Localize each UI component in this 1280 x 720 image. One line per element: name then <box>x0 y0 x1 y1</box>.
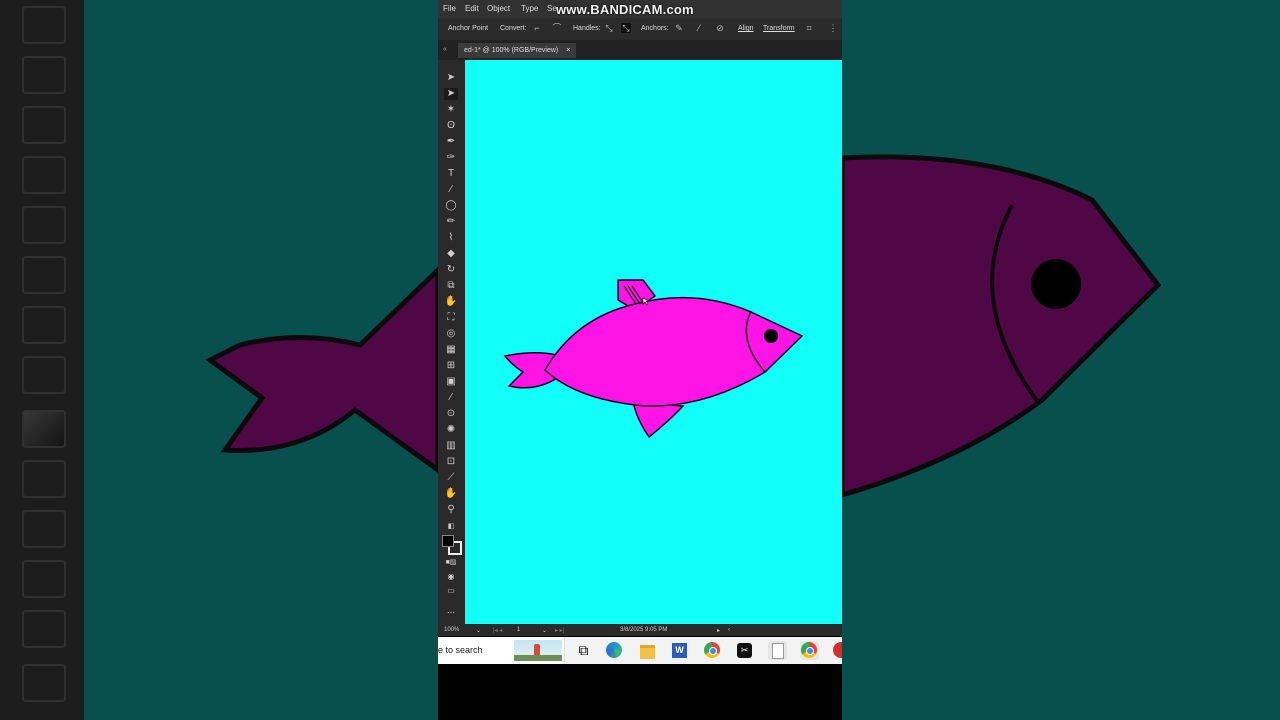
hide-handles-icon[interactable]: ⤡ <box>621 23 631 33</box>
background-right-panel <box>842 0 1280 720</box>
close-tab-icon[interactable]: × <box>566 47 570 54</box>
menu-file[interactable]: File <box>443 4 456 13</box>
tools-panel: ➤ ➤ ✶ ʘ ✒ ✑ T ∕ ◯ ✏ ⌇ ◆ ↻ ⧉ ✋ ⛶ ◎ ▦ ⊞ ▣ … <box>438 60 465 625</box>
edit-toolbar-button[interactable]: ... <box>444 605 458 617</box>
bandicam-watermark: www.BANDICAM.com <box>556 2 694 17</box>
perspective-grid-tool-icon[interactable]: ▦ <box>444 344 458 356</box>
chrome-window-icon[interactable] <box>800 641 819 660</box>
document-tab[interactable]: ed-1* @ 100% (RGB/Preview) × <box>458 43 577 58</box>
handles-label: Handles: <box>573 25 601 32</box>
artboard-canvas[interactable] <box>465 60 842 624</box>
gradient-tool-icon[interactable]: ▣ <box>444 376 458 388</box>
column-graph-tool-icon[interactable]: ▥ <box>444 440 458 452</box>
control-context-label: Anchor Point <box>448 25 489 32</box>
background-fish-head <box>842 154 1162 498</box>
capcut-icon[interactable]: ✂ <box>735 641 754 660</box>
status-bar: 100% ⌄ |◂ ◂ 1 ⌄ ▸ ▸| 3/8/2025 9:05 PM ▸ … <box>438 624 842 636</box>
taskbar-search-box[interactable]: e to search <box>438 637 565 664</box>
fish-bottom-fin <box>632 401 685 439</box>
mesh-tool-icon[interactable]: ⊞ <box>444 360 458 372</box>
convert-label: Convert: <box>500 25 527 32</box>
panel-collapse-icon[interactable]: « <box>443 46 447 53</box>
magic-wand-tool-icon[interactable]: ✶ <box>444 104 458 116</box>
convert-smooth-icon[interactable]: ⌒ <box>552 23 562 33</box>
menu-type[interactable]: Type <box>521 4 538 13</box>
menu-edit[interactable]: Edit <box>465 4 479 13</box>
type-tool-icon[interactable]: T <box>444 168 458 180</box>
symbol-sprayer-tool-icon[interactable]: ✺ <box>444 424 458 436</box>
ellipse-tool-icon[interactable]: ◯ <box>444 200 458 212</box>
puppet-warp-tool-icon[interactable]: ✋ <box>444 296 458 308</box>
hand-tool-icon[interactable]: ✋ <box>444 488 458 500</box>
isolate-icon[interactable]: ⌗ <box>804 23 814 33</box>
cut-path-icon[interactable]: ⊘ <box>715 23 725 33</box>
line-segment-tool-icon[interactable]: ∕ <box>444 184 458 196</box>
video-letterbox-bottom <box>438 664 842 720</box>
fill-swatch[interactable] <box>442 535 454 547</box>
zoom-dropdown-icon[interactable]: ⌄ <box>476 627 481 634</box>
lasso-tool-icon[interactable]: ʘ <box>444 120 458 132</box>
fill-stroke-swatch[interactable] <box>442 535 462 555</box>
status-play-icon[interactable]: ▸ <box>717 627 720 634</box>
document-tab-title: ed-1* @ 100% (RGB/Preview) <box>464 47 559 54</box>
illustrator-window: File Edit Object Type Se www.BANDICAM.co… <box>438 0 842 720</box>
next-artboard-icon[interactable]: ▸ ▸| <box>555 627 564 634</box>
rotate-tool-icon[interactable]: ↻ <box>444 264 458 276</box>
shape-builder-tool-icon[interactable]: ◎ <box>444 328 458 340</box>
artboard-dropdown-icon[interactable]: ⌄ <box>542 627 547 634</box>
fish-artwork[interactable] <box>465 60 842 624</box>
eyedropper-tool-icon[interactable]: ⁄ <box>444 392 458 404</box>
default-colors-icon[interactable]: ◧ ↺ <box>444 521 458 542</box>
menu-bar: File Edit Object Type Se www.BANDICAM.co… <box>438 0 842 18</box>
bandicam-icon[interactable] <box>832 641 842 660</box>
chrome-icon[interactable] <box>703 641 722 660</box>
status-datetime: 3/8/2025 9:05 PM <box>620 627 668 633</box>
taskbar-search-placeholder: e to search <box>438 645 483 655</box>
artboard-number[interactable]: 1 <box>517 627 520 633</box>
connect-anchor-icon[interactable]: ⁄ <box>694 23 704 33</box>
free-transform-tool-icon[interactable]: ⛶ <box>444 312 458 324</box>
convert-corner-icon[interactable]: ⌐ <box>532 23 542 33</box>
color-mode-icon[interactable]: ■▨ <box>444 557 458 569</box>
first-artboard-icon[interactable]: |◂ ◂ <box>493 627 502 634</box>
remove-anchor-icon[interactable]: ✎ <box>674 23 684 33</box>
status-back-icon[interactable]: ‹ <box>728 627 730 633</box>
background-fish-tail <box>205 266 438 474</box>
screen-mode-icon[interactable]: ▭ <box>444 585 458 597</box>
zoom-level[interactable]: 100% <box>444 627 459 633</box>
anchors-label: Anchors: <box>641 25 669 32</box>
notepad-icon[interactable] <box>768 641 787 660</box>
transform-link[interactable]: Transform <box>763 25 795 32</box>
eraser-tool-icon[interactable]: ◆ <box>444 248 458 260</box>
file-explorer-icon[interactable] <box>638 641 657 660</box>
task-view-icon[interactable]: ⧉ <box>574 641 593 660</box>
paintbrush-tool-icon[interactable]: ✏ <box>444 216 458 228</box>
zoom-tool-icon[interactable]: ⚲ <box>444 504 458 516</box>
align-link[interactable]: Align <box>738 25 754 32</box>
fish-eye <box>764 329 778 343</box>
menu-object[interactable]: Object <box>487 4 510 13</box>
control-bar: Anchor Point Convert: ⌐ ⌒ Handles: ⤡ ⤡ A… <box>438 18 842 40</box>
slice-tool-icon[interactable]: ⟋ <box>444 472 458 484</box>
show-handles-icon[interactable]: ⤡ <box>604 23 614 33</box>
scale-tool-icon[interactable]: ⧉ <box>444 280 458 292</box>
pen-tool-icon[interactable]: ✒ <box>444 136 458 148</box>
curvature-tool-icon[interactable]: ✑ <box>444 152 458 164</box>
fish-body <box>544 296 804 407</box>
windows-taskbar: e to search ⧉ W ✂ <box>438 637 842 664</box>
document-tab-bar: « ed-1* @ 100% (RGB/Preview) × <box>438 40 842 60</box>
word-icon[interactable]: W <box>670 641 689 660</box>
artboard-tool-icon[interactable]: ⊡ <box>444 456 458 468</box>
selection-tool-icon[interactable]: ➤ <box>444 72 458 84</box>
shaper-tool-icon[interactable]: ⌇ <box>444 232 458 244</box>
search-highlight-image <box>514 640 562 661</box>
background-left-panel <box>0 0 438 720</box>
draw-mode-icon[interactable]: ◉ <box>444 571 458 583</box>
blend-tool-icon[interactable]: ⊙ <box>444 408 458 420</box>
edge-icon[interactable] <box>605 641 624 660</box>
more-options-icon[interactable]: ⋮ <box>828 23 838 33</box>
direct-selection-tool-icon[interactable]: ➤ <box>444 88 458 100</box>
